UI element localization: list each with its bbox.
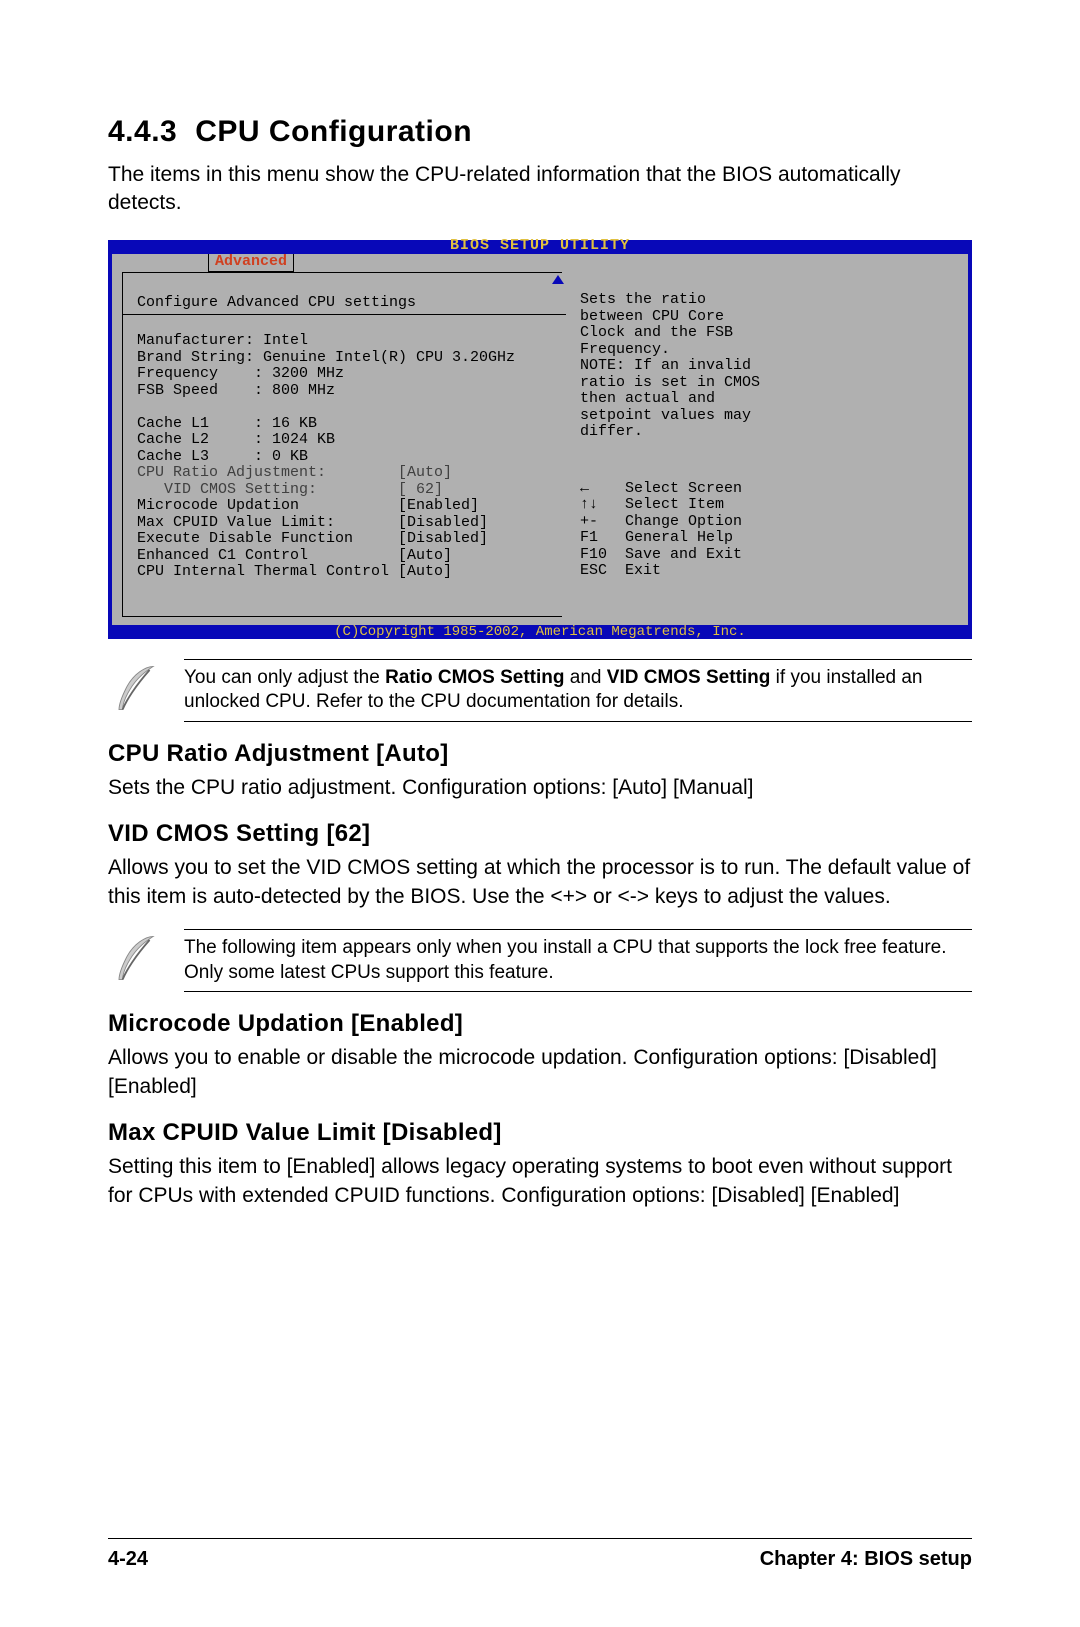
note-block-1: You can only adjust the Ratio CMOS Setti… — [108, 659, 972, 722]
bios-left-header: Configure Advanced CPU settings — [137, 294, 416, 311]
feather-icon — [108, 659, 166, 717]
bios-nav-row: +- Change Option — [580, 513, 742, 530]
note-block-2: The following item appears only when you… — [108, 929, 972, 992]
section-heading: 4.4.3 CPU Configuration — [108, 115, 972, 149]
bios-title: BIOS SETUP UTILITY — [112, 238, 968, 255]
subhead-vid: VID CMOS Setting [62] — [108, 820, 972, 848]
section-number: 4.4.3 — [108, 115, 177, 148]
body-maxcpuid: Setting this item to [Enabled] allows le… — [108, 1153, 972, 1210]
bios-nav-row: ESC Exit — [580, 562, 661, 579]
chapter-label: Chapter 4: BIOS setup — [760, 1548, 972, 1571]
page-footer: 4-24 Chapter 4: BIOS setup — [108, 1548, 972, 1571]
bios-setting-row[interactable]: Max CPUID Value Limit: [Disabled] — [137, 514, 488, 531]
page-number: 4-24 — [108, 1548, 148, 1571]
bios-tab-advanced[interactable]: Advanced — [208, 254, 294, 273]
section-title-text: CPU Configuration — [195, 115, 472, 148]
bios-screen: BIOS SETUP UTILITY Advanced Configure Ad… — [108, 240, 972, 639]
bios-info-l1: Cache L1 : 16 KB — [137, 415, 317, 432]
bios-setting-row[interactable]: CPU Ratio Adjustment: [Auto] — [137, 464, 452, 481]
body-vid: Allows you to set the VID CMOS setting a… — [108, 854, 972, 911]
subhead-maxcpuid: Max CPUID Value Limit [Disabled] — [108, 1119, 972, 1147]
bios-setting-row[interactable]: Microcode Updation [Enabled] — [137, 497, 479, 514]
note-1-text: You can only adjust the Ratio CMOS Setti… — [184, 659, 972, 722]
feather-icon — [108, 929, 166, 987]
bios-nav-row: F10 Save and Exit — [580, 546, 742, 563]
bios-copyright: (C)Copyright 1985-2002, American Megatre… — [112, 625, 968, 640]
bios-info-fsb: FSB Speed : 800 MHz — [137, 382, 335, 399]
bios-info-manufacturer: Manufacturer: Intel — [137, 332, 308, 349]
bios-info-l2: Cache L2 : 1024 KB — [137, 431, 335, 448]
bios-setting-row[interactable]: VID CMOS Setting: [ 62] — [137, 481, 443, 498]
bios-left-pane: Configure Advanced CPU settings Manufact… — [122, 272, 562, 617]
bios-nav-row: ← Select Screen — [580, 480, 742, 497]
bios-setting-row[interactable]: Enhanced C1 Control [Auto] — [137, 547, 452, 564]
intro-paragraph: The items in this menu show the CPU-rela… — [108, 161, 972, 218]
bios-help-text: Sets the ratio between CPU Core Clock an… — [580, 291, 760, 440]
bios-info-frequency: Frequency : 3200 MHz — [137, 365, 344, 382]
bios-nav-row: ↑↓ Select Item — [580, 496, 724, 513]
footer-rule — [108, 1538, 972, 1539]
bios-setting-row[interactable]: CPU Internal Thermal Control [Auto] — [137, 563, 452, 580]
bios-setting-row[interactable]: Execute Disable Function [Disabled] — [137, 530, 488, 547]
bios-info-brand: Brand String: Genuine Intel(R) CPU 3.20G… — [137, 349, 515, 366]
bios-nav-row: F1 General Help — [580, 529, 733, 546]
body-microcode: Allows you to enable or disable the micr… — [108, 1044, 972, 1101]
subhead-cpu-ratio: CPU Ratio Adjustment [Auto] — [108, 740, 972, 768]
bios-help-pane: Sets the ratio between CPU Core Clock an… — [572, 272, 958, 617]
bios-nav-keys: ← Select Screen ↑↓ Select Item +- Change… — [580, 481, 950, 580]
bios-info-l3: Cache L3 : 0 KB — [137, 448, 308, 465]
subhead-microcode: Microcode Updation [Enabled] — [108, 1010, 972, 1038]
note-2-text: The following item appears only when you… — [184, 929, 972, 992]
body-cpu-ratio: Sets the CPU ratio adjustment. Configura… — [108, 774, 972, 802]
